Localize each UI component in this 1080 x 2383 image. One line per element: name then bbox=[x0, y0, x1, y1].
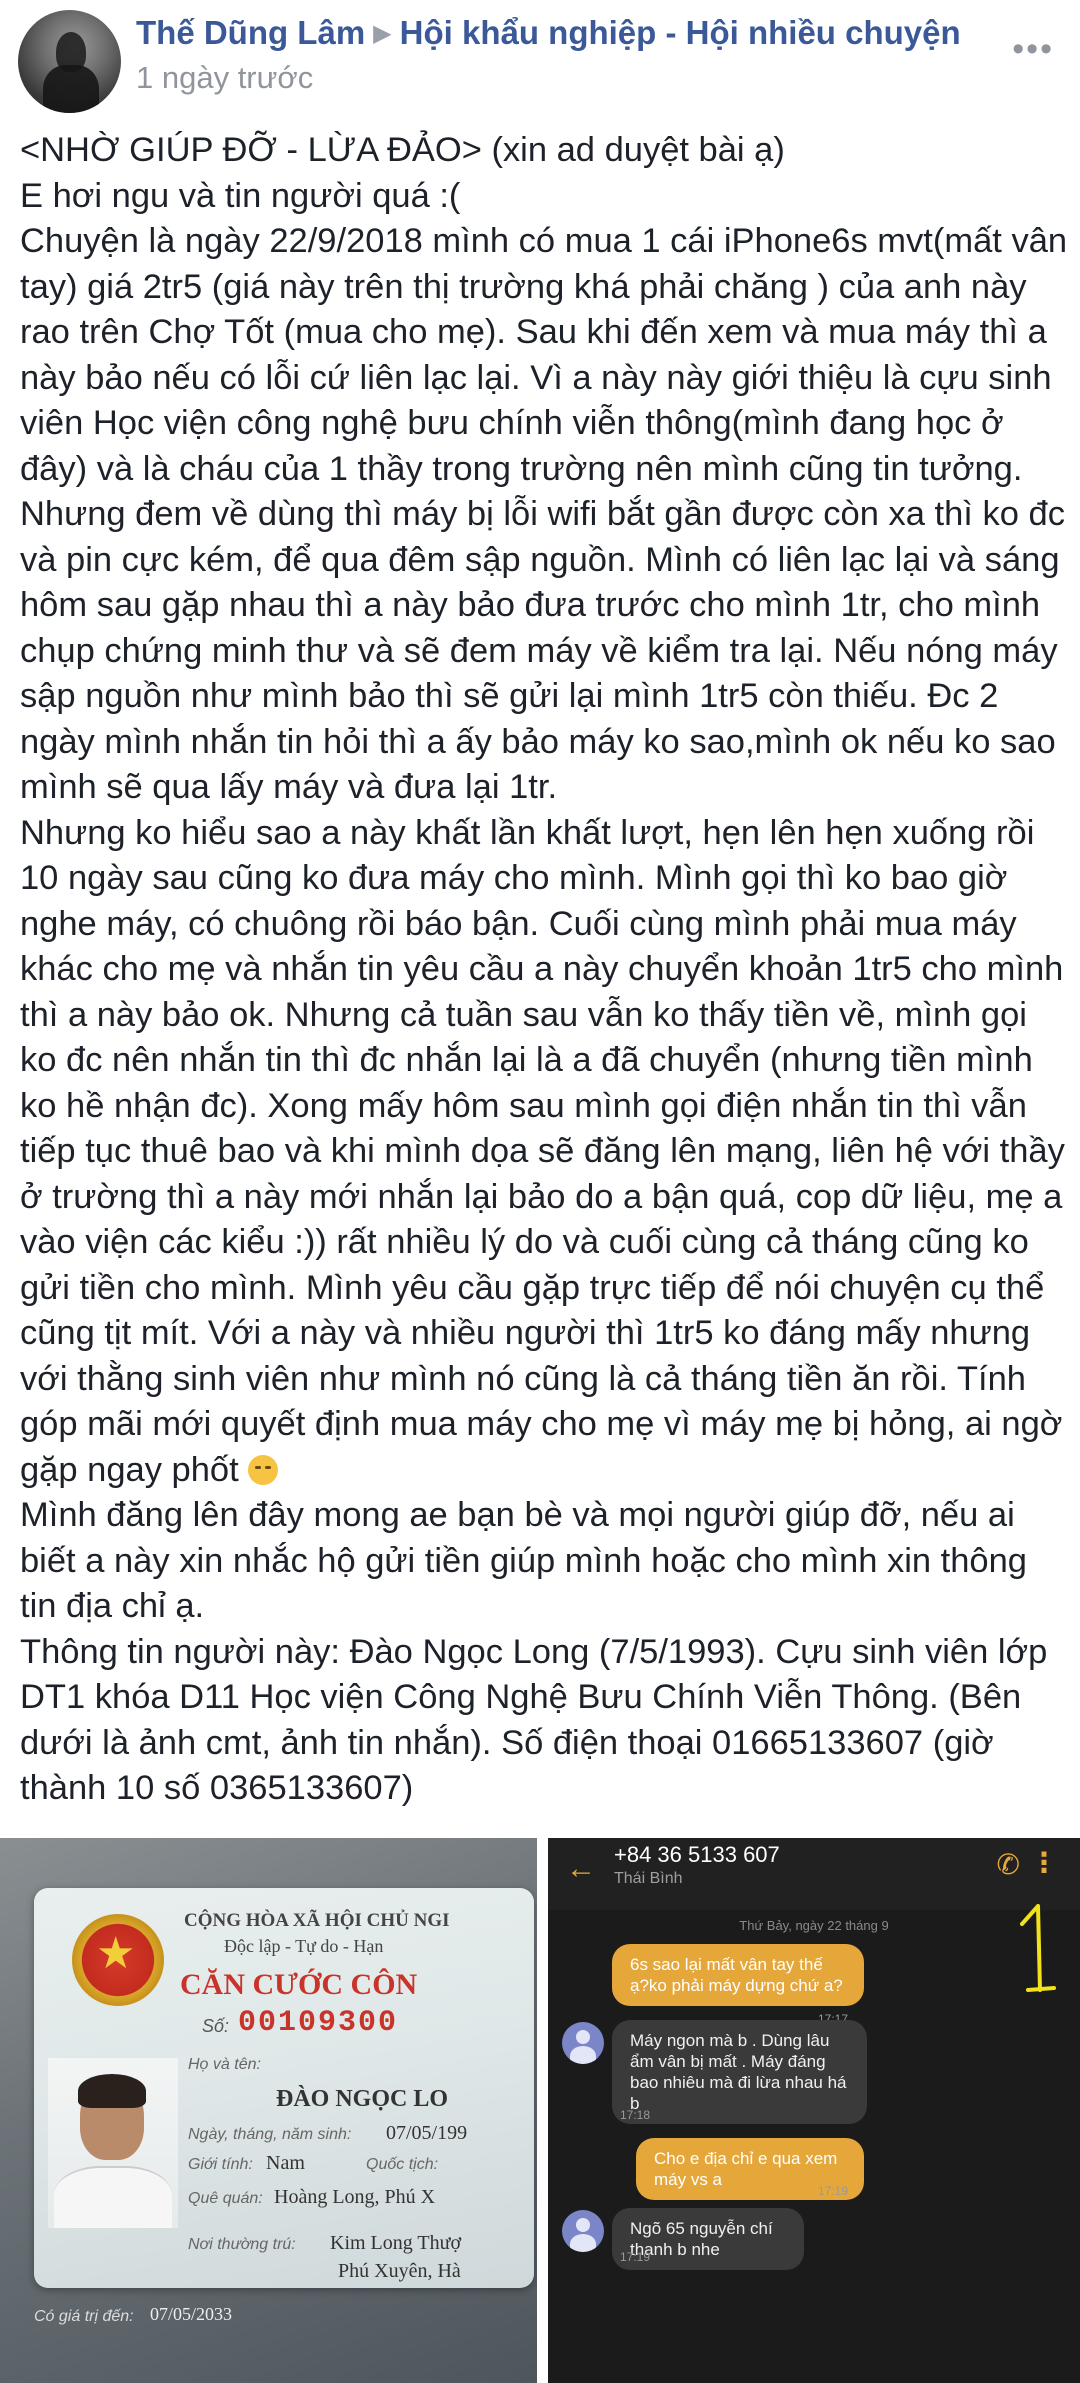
id-dob-label: Ngày, tháng, năm sinh: bbox=[188, 2126, 352, 2143]
id-portrait bbox=[48, 2058, 178, 2228]
id-name-label: Họ và tên: bbox=[188, 2056, 261, 2073]
id-residence-line2: Phú Xuyên, Hà bbox=[338, 2260, 461, 2282]
id-sex: Nam bbox=[266, 2152, 305, 2174]
id-dob: 07/05/199 bbox=[386, 2122, 468, 2144]
message-time: 17:19 bbox=[818, 2184, 849, 2198]
phone-icon[interactable]: ✆ bbox=[997, 1848, 1020, 1881]
post-body: <NHỜ GIÚP ĐỠ - LỪA ĐẢO> (xin ad duyệt bà… bbox=[20, 128, 1070, 1812]
vertical-dots-icon[interactable]: ⋮ bbox=[1030, 1846, 1058, 1879]
group-name[interactable]: Hội khẩu nghiệp - Hội nhiều chuyện bbox=[400, 14, 961, 51]
post-paragraph: <NHỜ GIÚP ĐỠ - LỪA ĐẢO> (xin ad duyệt bà… bbox=[20, 131, 785, 169]
national-emblem-icon: ★ bbox=[72, 1914, 164, 2006]
message-time: 17:18 bbox=[620, 2108, 651, 2122]
post-paragraph: E hơi ngu và tin người quá :( bbox=[20, 176, 461, 215]
message-time: 17:19 bbox=[620, 2250, 651, 2264]
author-line: Thế Dũng Lâm ▶ Hội khẩu nghiệp - Hội nhiều… bbox=[136, 14, 961, 52]
post-paragraph: Nhưng ko hiểu sao a này khất lần khất lư… bbox=[20, 813, 1065, 1489]
post-paragraph: Thông tin người này: Đào Ngọc Long (7/5/… bbox=[20, 1632, 1048, 1808]
back-arrow-icon[interactable]: ← bbox=[566, 1852, 596, 1886]
chat-date: Thứ Bảy, ngày 22 tháng 9 bbox=[739, 1918, 889, 1933]
id-residence-label: Nơi thường trú: bbox=[188, 2236, 296, 2253]
id-name: ĐÀO NGỌC LO bbox=[276, 2086, 449, 2112]
right-triangle-icon: ▶ bbox=[373, 20, 392, 47]
id-motto: Độc lập - Tự do - Hạn bbox=[224, 1936, 384, 1956]
author-name[interactable]: Thế Dũng Lâm bbox=[136, 14, 365, 51]
id-card: ★ CỘNG HÒA XÃ HỘI CHỦ NGI Độc lập - Tự d… bbox=[34, 1888, 534, 2288]
chat-contact-location: Thái Bình bbox=[614, 1870, 683, 1887]
post-paragraph-with-emoji: Nhưng ko hiểu sao a này khất lần khất lư… bbox=[20, 811, 1070, 1494]
message-bubble-incoming: Máy ngon mà b . Dùng lâu ẩm vân bị mất .… bbox=[612, 2020, 867, 2124]
id-number-label: Số: bbox=[202, 2016, 230, 2036]
contact-avatar-icon bbox=[562, 2210, 604, 2252]
post-paragraph: Mình đăng lên đây mong ae bạn bè và mọi … bbox=[20, 1496, 1027, 1625]
id-number: 00109300 bbox=[238, 2006, 399, 2040]
id-hometown-label: Quê quán: bbox=[188, 2190, 263, 2207]
disappointed-face-icon bbox=[248, 1454, 279, 1485]
id-title: CĂN CƯỚC CÔN bbox=[180, 1968, 418, 2001]
id-sex-label: Giới tính: bbox=[188, 2156, 253, 2173]
handwritten-annotation bbox=[1020, 1904, 1056, 1992]
id-card-photo[interactable]: ★ CỘNG HÒA XÃ HỘI CHỦ NGI Độc lập - Tự d… bbox=[0, 1838, 537, 2383]
more-icon[interactable]: ••• bbox=[1012, 30, 1054, 69]
id-republic: CỘNG HÒA XÃ HỘI CHỦ NGI bbox=[184, 1910, 450, 1931]
avatar-figure-body bbox=[43, 65, 99, 113]
post-time[interactable]: 1 ngày trước bbox=[136, 60, 313, 96]
message-bubble-outgoing: 6s sao lại mất vân tay thế ạ?ko phải máy… bbox=[612, 1944, 864, 2006]
chat-header: ← +84 36 5133 607 Thái Bình ✆ ⋮ bbox=[548, 1838, 1080, 1910]
post-paragraph: Chuyện là ngày 22/9/2018 mình có mua 1 c… bbox=[20, 222, 1068, 806]
id-expiry: 07/05/2033 bbox=[150, 2304, 233, 2324]
chat-screenshot-photo[interactable]: ← +84 36 5133 607 Thái Bình ✆ ⋮ Thứ Bảy,… bbox=[548, 1838, 1080, 2383]
contact-avatar-icon bbox=[562, 2022, 604, 2064]
id-expiry-label: Có giá trị đến: bbox=[34, 2308, 134, 2325]
author-avatar[interactable] bbox=[18, 10, 121, 113]
id-residence-line1: Kim Long Thượ bbox=[330, 2232, 462, 2254]
attached-photos: ★ CỘNG HÒA XÃ HỘI CHỦ NGI Độc lập - Tự d… bbox=[0, 1838, 1080, 2383]
post-header: Thế Dũng Lâm ▶ Hội khẩu nghiệp - Hội nhiều… bbox=[0, 0, 1080, 120]
id-nationality-label: Quốc tịch: bbox=[366, 2156, 439, 2173]
chat-contact-number: +84 36 5133 607 bbox=[614, 1842, 780, 1867]
id-hometown: Hoàng Long, Phú X bbox=[274, 2186, 436, 2208]
